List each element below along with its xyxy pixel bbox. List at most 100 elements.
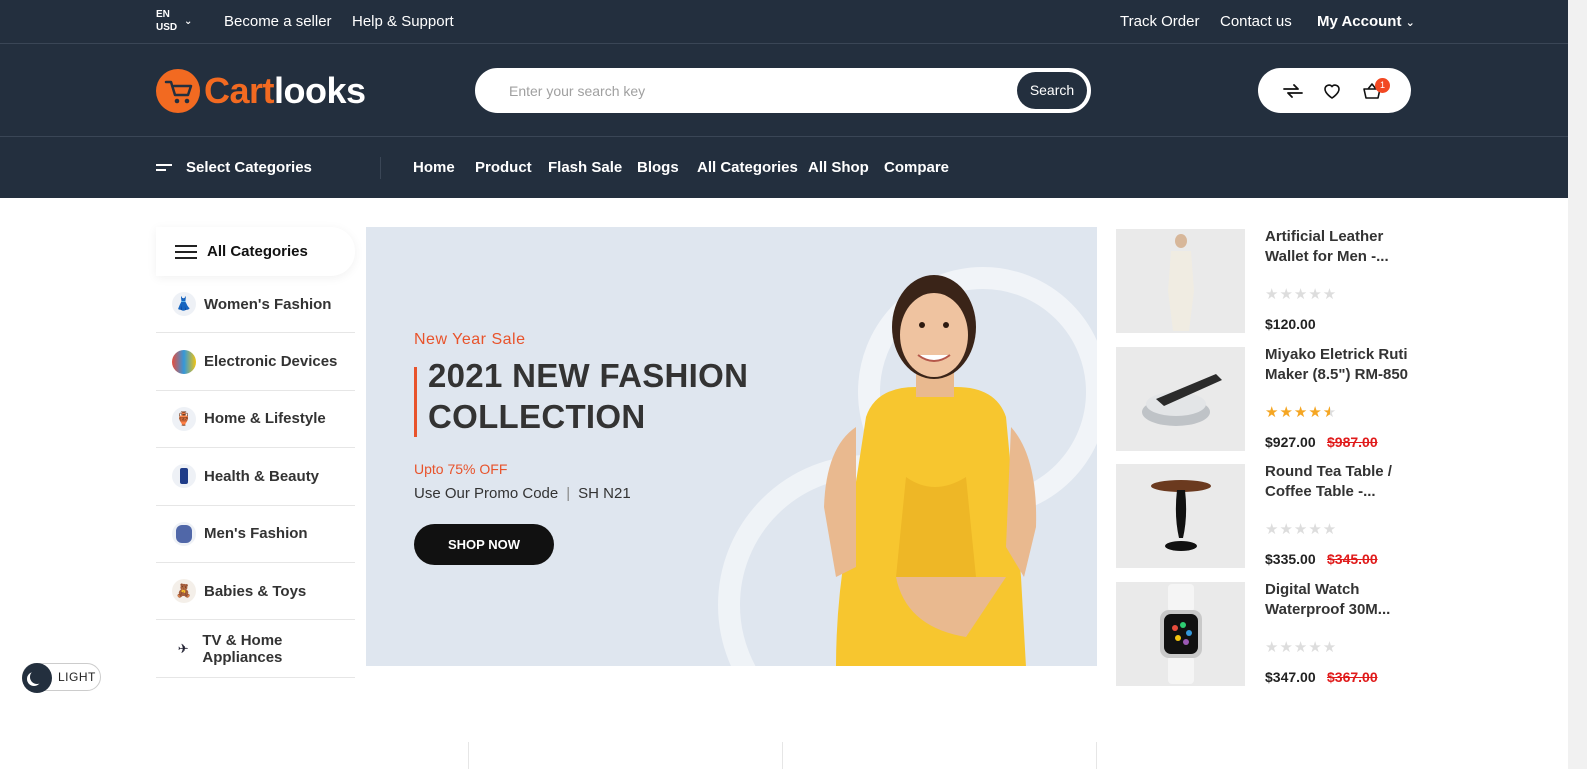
banner-promo: Use Our Promo Code | SH N21 [414, 485, 631, 502]
product-name[interactable]: Round Tea Table / Coffee Table -... [1265, 462, 1415, 502]
main-nav: Select Categories Home Product Flash Sal… [0, 137, 1568, 198]
product-card[interactable]: Artificial Leather Wallet for Men -... ★… [1116, 227, 1416, 345]
product-card[interactable]: Round Tea Table / Coffee Table -... ★★★★… [1116, 462, 1416, 580]
banner-headline: 2021 NEW FASHION COLLECTION [428, 355, 758, 437]
category-health-beauty[interactable]: Health & Beauty [156, 448, 355, 506]
category-home-lifestyle[interactable]: 🏺 Home & Lifestyle [156, 391, 355, 449]
banner-offer: Upto 75% OFF [414, 461, 508, 477]
search-button[interactable]: Search [1017, 72, 1087, 109]
product-old-price: $367.00 [1327, 668, 1378, 685]
category-label: Health & Beauty [204, 467, 320, 485]
rating-stars: ★★★★★ [1265, 521, 1338, 539]
category-babies-toys[interactable]: 🧸 Babies & Toys [156, 563, 355, 621]
menu-icon [156, 161, 172, 174]
product-image[interactable] [1116, 346, 1245, 451]
all-categories-title: All Categories [207, 243, 308, 260]
banner-headline-line2: COLLECTION [428, 398, 646, 435]
category-label: Electronic Devices [204, 353, 338, 371]
my-account-label: My Account [1317, 13, 1402, 30]
vertical-scrollbar[interactable] [1568, 0, 1587, 769]
list-icon [175, 241, 197, 263]
category-sidebar: All Categories 👗 Women's Fashion Electro… [156, 227, 355, 678]
nav-compare[interactable]: Compare [884, 159, 949, 176]
nav-home[interactable]: Home [413, 159, 455, 176]
search-bar: Search [475, 68, 1091, 113]
banner-accent-bar [414, 367, 417, 437]
hero-banner[interactable]: New Year Sale 2021 NEW FASHION COLLECTIO… [366, 227, 1097, 666]
theme-toggle[interactable]: LIGHT [22, 663, 101, 693]
shirt-icon [172, 521, 196, 546]
rating-stars: ★★★★★ [1265, 286, 1338, 303]
nav-all-categories[interactable]: All Categories [697, 159, 798, 176]
all-categories-header[interactable]: All Categories [156, 227, 355, 276]
category-label: Women's Fashion [204, 295, 332, 313]
nav-product[interactable]: Product [475, 159, 532, 176]
site-logo[interactable]: Cart looks [156, 68, 366, 114]
toy-icon: 🧸 [172, 579, 196, 604]
rating-stars: ★★★★★ [1265, 403, 1338, 421]
currency-code: USD [156, 22, 178, 33]
home-icon: 🏺 [172, 406, 196, 431]
nav-blogs[interactable]: Blogs [637, 159, 679, 176]
product-name[interactable]: Digital Watch Waterproof 30M... [1265, 580, 1415, 620]
select-categories-label: Select Categories [186, 159, 312, 176]
product-image[interactable] [1116, 581, 1245, 686]
product-name[interactable]: Artificial Leather Wallet for Men -... [1265, 227, 1415, 267]
nav-all-shop[interactable]: All Shop [808, 159, 869, 176]
track-order-link[interactable]: Track Order [1120, 13, 1199, 30]
language-code: EN [156, 9, 170, 20]
become-seller-link[interactable]: Become a seller [224, 13, 332, 30]
product-image[interactable] [1116, 464, 1245, 569]
shop-now-button[interactable]: SHOP NOW [414, 524, 554, 565]
logo-text-cart: Cart [204, 70, 275, 111]
product-card[interactable]: Digital Watch Waterproof 30M... ★★★★★ $3… [1116, 580, 1416, 698]
nav-divider [380, 157, 381, 179]
product-old-price: $345.00 [1327, 551, 1378, 568]
contact-us-link[interactable]: Contact us [1220, 13, 1292, 30]
product-card[interactable]: Miyako Eletrick Ruti Maker (8.5") RM-850… [1116, 345, 1416, 463]
select-categories-button[interactable]: Select Categories [156, 159, 312, 176]
my-account-menu[interactable]: My Account ⌄ [1317, 13, 1415, 30]
category-label: Home & Lifestyle [204, 410, 326, 428]
product-price: $927.00 [1265, 433, 1316, 450]
section-divider [1096, 742, 1097, 769]
product-image[interactable] [1116, 229, 1245, 333]
top-bar: EN USD ⌄ Become a seller Help & Support … [0, 0, 1568, 44]
chevron-down-icon: ⌄ [184, 16, 193, 27]
product-name[interactable]: Miyako Eletrick Ruti Maker (8.5") RM-850 [1265, 345, 1415, 385]
appliance-icon: ✈ [172, 636, 195, 661]
logo-cart-icon [156, 69, 200, 113]
banner-model-image [824, 275, 1037, 666]
device-icon [172, 349, 196, 374]
featured-products: Artificial Leather Wallet for Men -... ★… [1116, 227, 1416, 697]
page: EN USD ⌄ Become a seller Help & Support … [0, 0, 1587, 769]
category-tv-home-appliances[interactable]: ✈ TV & Home Appliances [156, 620, 355, 678]
logo-text-looks: looks [274, 70, 366, 111]
cart-count-badge: 1 [1375, 78, 1390, 93]
moon-icon [22, 663, 52, 693]
section-divider [468, 742, 469, 769]
main-header: Cartlooks Search 1 [0, 44, 1568, 137]
header-actions: 1 [1258, 68, 1411, 113]
help-support-link[interactable]: Help & Support [352, 13, 454, 30]
product-price: $120.00 [1265, 316, 1316, 332]
dress-icon: 👗 [172, 292, 196, 317]
banner-subtitle: New Year Sale [414, 331, 526, 348]
wishlist-heart-icon[interactable] [1321, 80, 1343, 102]
chevron-down-icon: ⌄ [1405, 17, 1415, 29]
category-electronic-devices[interactable]: Electronic Devices [156, 333, 355, 391]
beauty-icon [172, 464, 196, 489]
category-label: Babies & Toys [204, 582, 307, 600]
category-mens-fashion[interactable]: Men's Fashion [156, 506, 355, 563]
nav-flash-sale[interactable]: Flash Sale [548, 159, 622, 176]
promo-code: SH N21 [578, 485, 631, 502]
category-label: Men's Fashion [204, 525, 308, 543]
section-divider [782, 742, 783, 769]
banner-headline-line1: 2021 NEW FASHION [428, 357, 749, 394]
compare-icon[interactable] [1282, 80, 1304, 102]
product-price: $335.00 [1265, 551, 1316, 568]
rating-stars: ★★★★★ [1265, 638, 1338, 656]
category-womens-fashion[interactable]: 👗 Women's Fashion [156, 276, 355, 334]
language-currency-selector[interactable]: EN USD ⌄ [156, 8, 192, 34]
search-input[interactable] [509, 78, 989, 104]
